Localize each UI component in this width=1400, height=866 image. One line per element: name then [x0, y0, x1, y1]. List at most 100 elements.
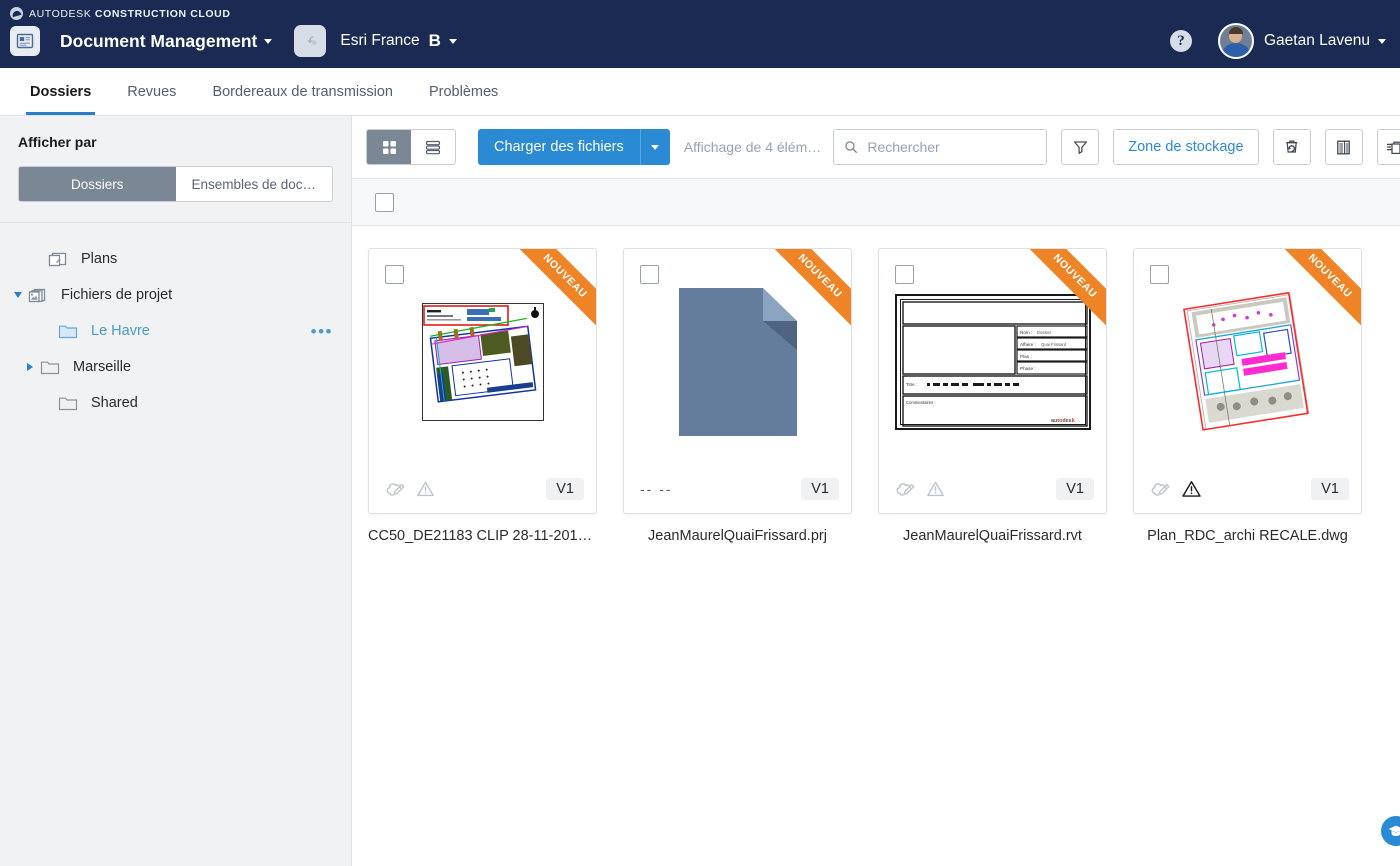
svg-text:Affaire :: Affaire :: [1020, 342, 1036, 347]
folder-icon: [40, 359, 64, 375]
version-badge: V1: [801, 477, 839, 501]
tab-revues[interactable]: Revues: [109, 68, 194, 115]
folder-glyph: [40, 361, 60, 375]
sidebar-item-fichiers-de-projet[interactable]: Fichiers de projet: [0, 277, 351, 313]
avatar-hair: [1228, 27, 1243, 34]
document-management-icon[interactable]: [10, 26, 40, 56]
file-card-wrapper: NOUVEAU: [368, 248, 597, 544]
folder-context-menu-button[interactable]: •••: [311, 323, 333, 340]
file-select-checkbox[interactable]: [385, 265, 404, 284]
file-name-label[interactable]: JeanMaurelQuaiFrissard.rvt: [878, 528, 1107, 544]
version-badge: V1: [1056, 477, 1094, 501]
columns-settings-icon[interactable]: [1324, 129, 1363, 165]
project-name-menu[interactable]: Esri France B: [340, 31, 458, 51]
folder-glyph: [58, 397, 78, 411]
chevron-down-icon: [651, 144, 660, 150]
warning-triangle-icon[interactable]: [416, 480, 435, 498]
storage-zone-button[interactable]: Zone de stockage: [1113, 129, 1259, 165]
sheet-border: Nom : Dossier Affaire : Quai Frissard Pl…: [899, 299, 1088, 427]
create-transmittal-icon[interactable]: [1376, 129, 1400, 165]
sidebar-item-marseille[interactable]: Marseille: [0, 349, 351, 385]
sidebar-item-le-havre[interactable]: Le Havre •••: [0, 313, 351, 349]
select-all-row: [352, 178, 1400, 226]
markup-cloud-icon[interactable]: [385, 480, 406, 499]
brand-suffix: CONSTRUCTION CLOUD: [94, 7, 231, 20]
file-name-label[interactable]: JeanMaurelQuaiFrissard.prj: [623, 528, 852, 544]
search-input[interactable]: [867, 139, 1037, 155]
file-card-wrapper: NOUVEAU: [1133, 248, 1362, 544]
file-select-checkbox[interactable]: [640, 265, 659, 284]
file-card[interactable]: NOUVEAU -- -- V1: [623, 248, 852, 514]
tab-dossiers[interactable]: Dossiers: [12, 68, 109, 115]
title-block-sheet-thumb: Nom : Dossier Affaire : Quai Frissard Pl…: [894, 294, 1091, 430]
file-card-footer: -- -- V1: [624, 465, 851, 513]
cad-plan-rotated-thumb: [1180, 290, 1315, 435]
tab-bordereaux[interactable]: Bordereaux de transmission: [194, 68, 411, 115]
filter-icon[interactable]: [1061, 129, 1100, 165]
upload-options-dropdown[interactable]: [639, 129, 670, 165]
folder-icon: [58, 323, 82, 339]
file-name-label[interactable]: CC50_DE21183 CLIP 28-11-2017+…: [368, 528, 597, 544]
version-badge: V1: [1311, 477, 1349, 501]
sidebar-item-shared[interactable]: Shared: [0, 385, 351, 421]
app-title-menu[interactable]: Document Management: [60, 31, 273, 52]
svg-text:Plan :: Plan :: [1020, 354, 1032, 359]
file-card-footer: V1: [369, 465, 596, 513]
avatar[interactable]: [1217, 23, 1254, 59]
folder-glyph: [58, 325, 78, 339]
list-view-glyph: [425, 140, 441, 154]
warning-triangle-icon[interactable]: [1181, 479, 1202, 499]
segment-ensembles-de-documents[interactable]: Ensembles de doc…: [175, 167, 332, 201]
sidebar-title: Afficher par: [18, 134, 97, 150]
restore-trash-glyph: [1285, 140, 1297, 153]
list-view-icon[interactable]: [411, 130, 455, 164]
main-tabs: Dossiers Revues Bordereaux de transmissi…: [0, 68, 1400, 116]
title-block-art: Nom : Dossier Affaire : Quai Frissard Pl…: [901, 301, 1088, 427]
sidebar-item-plans[interactable]: Plans: [0, 241, 351, 277]
file-card-wrapper: NOUVEAU Nom: Dossier Affaire: Quai Fri…: [878, 248, 1107, 544]
user-menu[interactable]: Gaetan Lavenu: [1264, 32, 1386, 50]
file-select-checkbox[interactable]: [1150, 265, 1169, 284]
markup-cloud-icon[interactable]: [895, 480, 916, 499]
cad-plan-rotated-art: [1182, 291, 1309, 431]
project-switcher-icon[interactable]: [294, 25, 327, 57]
segment-label: Ensembles de doc…: [191, 176, 317, 192]
warning-triangle-icon[interactable]: [926, 480, 945, 498]
help-glyph: ?: [1177, 32, 1185, 49]
file-card[interactable]: NOUVEAU V1: [368, 248, 597, 514]
restore-trash-icon[interactable]: [1272, 129, 1311, 165]
tab-problemes[interactable]: Problèmes: [411, 68, 516, 115]
content-toolbar: Charger des fichiers Affichage de 4 élém…: [352, 116, 1400, 178]
twisty-open-icon[interactable]: [8, 292, 28, 298]
sidebar-item-label: Plans: [81, 251, 118, 267]
brand-text: AUTODESK CONSTRUCTION CLOUD: [29, 8, 231, 20]
brand-prefix: AUTODESK: [29, 7, 92, 20]
twisty-closed-icon[interactable]: [20, 363, 40, 371]
svg-text:Quai Frissard: Quai Frissard: [1041, 342, 1067, 347]
tab-label: Dossiers: [30, 83, 92, 100]
chevron-down-icon: [14, 292, 22, 298]
upload-files-button[interactable]: Charger des fichiers: [478, 129, 640, 165]
top-header-bar: AUTODESK CONSTRUCTION CLOUD Document Man…: [0, 0, 1400, 68]
svg-text:Phase :: Phase :: [1020, 366, 1036, 371]
user-name-label: Gaetan Lavenu: [1263, 32, 1370, 49]
plans-icon: [48, 251, 72, 268]
main-content: Charger des fichiers Affichage de 4 élém…: [352, 116, 1400, 866]
svg-text:Commentaires :: Commentaires :: [906, 400, 936, 405]
learning-cap-glyph: [1388, 825, 1400, 836]
segment-dossiers[interactable]: Dossiers: [19, 167, 176, 201]
file-name-label[interactable]: Plan_RDC_archi RECALE.dwg: [1133, 528, 1362, 544]
project-files-glyph: [28, 288, 46, 302]
help-icon[interactable]: ?: [1169, 30, 1192, 52]
search-box[interactable]: [833, 129, 1048, 165]
cad-plan-color-thumb: [421, 303, 544, 421]
grid-view-icon[interactable]: [367, 130, 411, 164]
select-all-checkbox[interactable]: [375, 192, 394, 212]
file-select-checkbox[interactable]: [895, 265, 914, 284]
project-name-label: Esri France: [340, 32, 420, 49]
sidebar: Afficher par Dossiers Ensembles de doc…: [0, 116, 352, 866]
file-card[interactable]: NOUVEAU V1: [1133, 248, 1362, 514]
sidebar-item-label: Shared: [91, 395, 138, 411]
file-card[interactable]: NOUVEAU Nom: Dossier Affaire: Quai Fri…: [878, 248, 1107, 514]
markup-cloud-icon[interactable]: [1150, 480, 1171, 499]
